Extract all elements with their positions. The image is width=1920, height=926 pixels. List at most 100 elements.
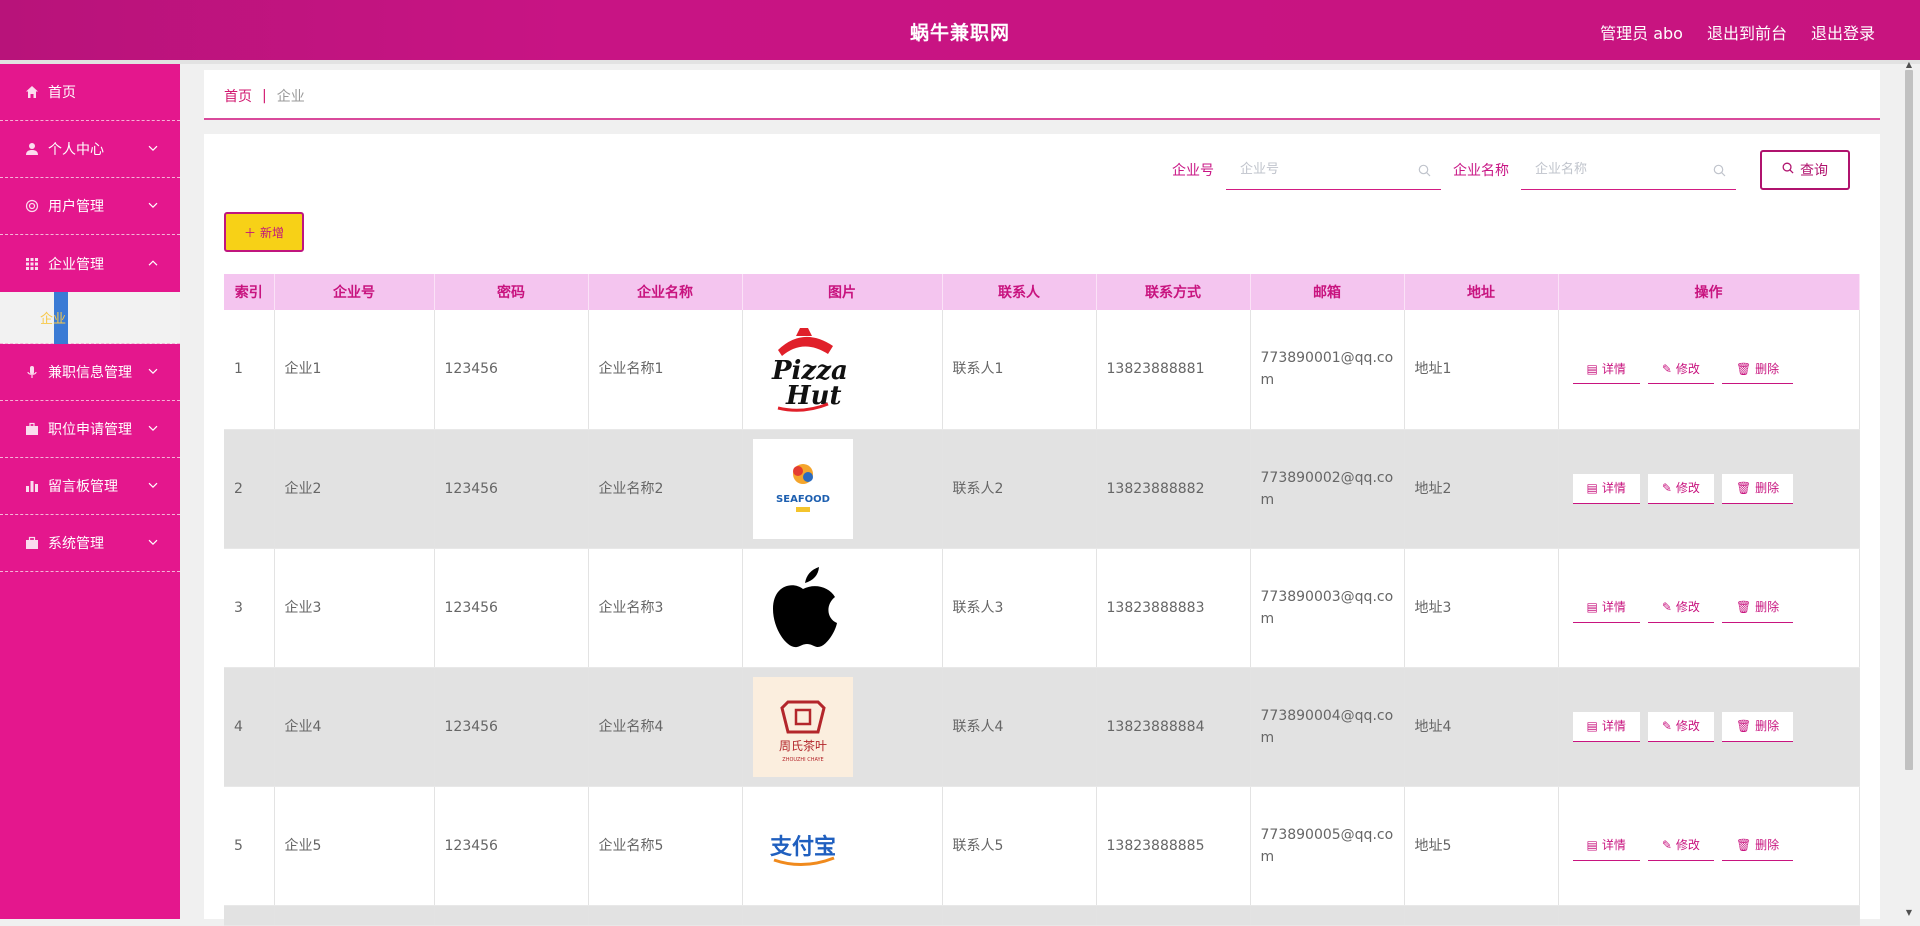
breadcrumb-separator: |: [262, 88, 267, 104]
cell-contact: 联系人5: [942, 786, 1097, 906]
admin-user-link[interactable]: 管理员 abo: [1600, 20, 1683, 44]
sidebar-item-company-management[interactable]: 企业管理: [0, 235, 180, 292]
column-header: 操作: [1558, 274, 1860, 310]
goto-frontend-link[interactable]: 退出到前台: [1707, 20, 1787, 44]
trash-icon: 🗑: [1735, 361, 1752, 376]
sidebar-item-personal-center[interactable]: 个人中心: [0, 121, 180, 178]
delete-label: 删除: [1755, 838, 1780, 852]
pencil-icon: ✎: [1661, 481, 1672, 495]
column-header: 密码: [434, 274, 589, 310]
svg-text:ZHOUZHI CHAYE: ZHOUZHI CHAYE: [782, 757, 823, 763]
cell-email: 773890002@qq.com: [1250, 429, 1405, 549]
logout-link[interactable]: 退出登录: [1811, 20, 1875, 44]
top-header: 蜗牛兼职网 管理员 abo 退出到前台 退出登录: [0, 0, 1920, 64]
cell-code: 企业3: [274, 548, 435, 668]
column-header: 地址: [1404, 274, 1559, 310]
detail-button[interactable]: ▤ 详情: [1572, 473, 1640, 504]
cell-actions: ▤ 详情 ✎ 修改 🗑 删除: [1558, 310, 1860, 430]
search-bar: 企业号 企业名称 查询: [1172, 150, 1850, 190]
sidebar-item-home[interactable]: 首页: [0, 64, 180, 121]
edit-button[interactable]: ✎ 修改: [1647, 592, 1714, 623]
sidebar-item-message-board[interactable]: 留言板管理: [0, 458, 180, 515]
company-name-field: [1521, 150, 1736, 190]
cell-actions: ▤ 详情 ✎ 修改 🗑 删除: [1558, 786, 1860, 906]
cell-address: 地址5: [1404, 786, 1559, 906]
breadcrumb-home[interactable]: 首页: [224, 86, 252, 106]
cell-phone: 13823888882: [1096, 429, 1251, 549]
scroll-down-icon[interactable]: ▼: [1904, 908, 1914, 917]
zhoushi-tea-logo: 周氏茶叶 ZHOUZHI CHAYE: [752, 676, 853, 777]
detail-button[interactable]: ▤ 详情: [1572, 830, 1640, 861]
sidebar-item-label: 企业管理: [48, 256, 104, 273]
detail-button[interactable]: ▤ 详情: [1572, 592, 1640, 623]
company-code-field: [1226, 150, 1441, 190]
cell-index: 4: [224, 667, 275, 787]
cell-password: 123456: [434, 548, 589, 668]
sidebar-item-user-management[interactable]: 用户管理: [0, 178, 180, 235]
column-header: 联系方式: [1096, 274, 1251, 310]
cell-address: 地址4: [1404, 667, 1559, 787]
document-icon: ▤: [1586, 719, 1598, 733]
cell-email: 773890004@qq.com: [1250, 667, 1405, 787]
sidebar-item-label: 留言板管理: [48, 479, 118, 495]
delete-label: 删除: [1755, 481, 1780, 495]
submenu-item-company[interactable]: 企业: [0, 292, 180, 344]
company-table: 索引 企业号 密码 企业名称 图片 联系人 联系方式 邮箱 地址 操作 1 企业…: [224, 274, 1860, 926]
edit-label: 修改: [1675, 719, 1700, 733]
user-icon: [24, 141, 40, 157]
company-code-input[interactable]: [1226, 150, 1441, 188]
edit-button[interactable]: ✎ 修改: [1647, 711, 1714, 742]
scrollbar-thumb[interactable]: [1905, 70, 1913, 770]
trash-icon: 🗑: [1735, 481, 1752, 495]
detail-label: 详情: [1601, 361, 1626, 376]
delete-button[interactable]: 🗑 删除: [1721, 711, 1794, 742]
main-content: 首页 | 企业 企业号 企业名称 查询 ＋ 新增: [204, 70, 1880, 926]
sidebar-item-label: 个人中心: [48, 142, 104, 158]
chevron-down-icon: [148, 141, 158, 154]
cell-password: 123456: [434, 786, 589, 906]
company-name-input[interactable]: [1521, 150, 1736, 188]
mic-icon: [24, 364, 40, 380]
cell-image: Pizza Hut: [742, 310, 943, 430]
table-row: 5 企业5 123456 企业名称5 支付宝 联系人5 13823888885 …: [224, 786, 1860, 906]
detail-button[interactable]: ▤ 详情: [1572, 354, 1640, 385]
sidebar-item-label: 系统管理: [48, 536, 104, 552]
edit-button[interactable]: ✎ 修改: [1647, 473, 1714, 504]
chevron-down-icon: [148, 421, 158, 434]
page-scrollbar[interactable]: ▲ ▼: [1904, 60, 1914, 919]
cell-index: 2: [224, 429, 275, 549]
cell-email: 773890003@qq.com: [1250, 548, 1405, 668]
edit-button[interactable]: ✎ 修改: [1647, 830, 1714, 861]
delete-button[interactable]: 🗑 删除: [1721, 830, 1794, 861]
cell-phone: 13823888884: [1096, 667, 1251, 787]
delete-button[interactable]: 🗑 删除: [1721, 354, 1794, 385]
grid-icon: [24, 256, 40, 272]
pencil-icon: ✎: [1661, 838, 1672, 852]
chevron-down-icon: [148, 478, 158, 491]
cell-address: 地址1: [1404, 310, 1559, 430]
briefcase-icon: [24, 421, 40, 437]
detail-button[interactable]: ▤ 详情: [1572, 711, 1640, 742]
section-gap: [204, 120, 1880, 134]
delete-button[interactable]: 🗑 删除: [1721, 592, 1794, 623]
cell-contact: 联系人3: [942, 548, 1097, 668]
cell-name: 企业名称5: [588, 786, 743, 906]
sidebar-item-parttime-info[interactable]: 兼职信息管理: [0, 344, 180, 401]
scroll-up-icon[interactable]: ▲: [1904, 60, 1914, 69]
edit-button[interactable]: ✎ 修改: [1647, 354, 1714, 385]
sidebar-item-job-application[interactable]: 职位申请管理: [0, 401, 180, 458]
query-button[interactable]: 查询: [1760, 150, 1850, 190]
cell-index: 1: [224, 310, 275, 430]
column-header: 邮箱: [1250, 274, 1405, 310]
cell-code: 企业2: [274, 429, 435, 549]
sidebar-item-system-management[interactable]: 系统管理: [0, 515, 180, 572]
delete-label: 删除: [1755, 719, 1780, 733]
detail-label: 详情: [1601, 600, 1626, 614]
table-row: 4 企业4 123456 企业名称4 周氏茶叶 ZHOUZHI CHAYE 联系…: [224, 667, 1860, 787]
sidebar: 首页 个人中心 用户管理 企业管理 企业 兼职信息管理 职位申请管理 留言板管理…: [0, 64, 180, 919]
delete-button[interactable]: 🗑 删除: [1721, 473, 1794, 504]
document-icon: ▤: [1586, 361, 1598, 376]
add-button[interactable]: ＋ 新增: [224, 212, 304, 252]
cell-password: 123456: [434, 310, 589, 430]
delete-label: 删除: [1755, 361, 1780, 376]
